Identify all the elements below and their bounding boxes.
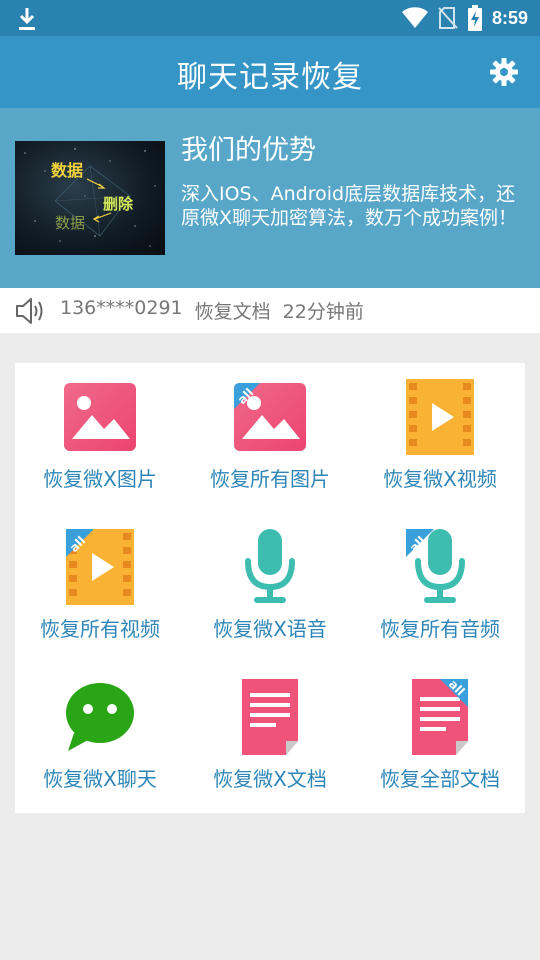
cell-label: 恢复微X图片 <box>43 467 157 491</box>
cell-label: 恢复所有图片 <box>210 467 330 491</box>
chat-bubble-icon <box>66 683 134 751</box>
recover-wx-chat-button[interactable]: 恢复微X聊天 <box>15 663 185 813</box>
all-images-icon: all <box>234 383 306 451</box>
recover-all-videos-button[interactable]: all 恢复所有视频 <box>15 513 185 663</box>
battery-charging-icon <box>467 5 482 31</box>
recover-all-images-button[interactable]: all 恢复所有图片 <box>185 363 355 513</box>
recover-wx-images-button[interactable]: 恢复微X图片 <box>15 363 185 513</box>
gear-icon[interactable] <box>490 58 518 86</box>
image-icon <box>64 383 136 451</box>
cell-label: 恢复微X语音 <box>213 617 327 641</box>
all-documents-icon: all <box>412 677 468 755</box>
banner-word-data: 数据 <box>51 161 83 180</box>
cell-label: 恢复微X视频 <box>383 467 497 491</box>
cell-label: 恢复全部文档 <box>380 767 500 791</box>
cell-label: 恢复所有视频 <box>40 617 160 641</box>
advantage-banner: 数据 删除 数据 我们的优势 深入IOS、Android底层数据库技术，还原微X… <box>0 108 540 288</box>
banner-image: 数据 删除 数据 <box>15 141 165 255</box>
cell-label: 恢复微X聊天 <box>43 767 157 791</box>
microphone-icon <box>245 529 295 603</box>
banner-headline: 我们的优势 <box>181 135 316 166</box>
recover-wx-voice-button[interactable]: 恢复微X语音 <box>185 513 355 663</box>
wifi-icon <box>401 7 428 29</box>
recover-wx-videos-button[interactable]: 恢复微X视频 <box>355 363 525 513</box>
banner-word-delete: 删除 <box>103 195 134 213</box>
ticker-phone: 136****0291 <box>60 297 183 319</box>
ticker-action: 恢复文档 <box>194 301 271 323</box>
system-tray: 8:59 <box>401 4 528 32</box>
recover-all-documents-button[interactable]: all 恢复全部文档 <box>355 663 525 813</box>
recovery-grid: 恢复微X图片 all 恢复所有图片 恢复微X视频 all 恢复所有视频 恢复微X… <box>15 363 525 813</box>
ticker-time: 22分钟前 <box>282 301 364 323</box>
clock: 8:59 <box>491 7 528 28</box>
recovery-ticker: 136****0291 恢复文档 22分钟前 <box>0 288 540 333</box>
download-icon <box>19 8 35 30</box>
app-title: 聊天记录恢复 <box>177 60 363 95</box>
all-audio-icon: all <box>406 529 465 603</box>
app-bar: 聊天记录恢复 <box>0 36 540 108</box>
speaker-icon <box>16 297 43 324</box>
all-videos-icon: all <box>66 529 134 605</box>
cell-label: 恢复所有音频 <box>380 617 500 641</box>
recover-wx-documents-button[interactable]: 恢复微X文档 <box>185 663 355 813</box>
document-icon <box>242 679 298 755</box>
recover-all-audio-button[interactable]: all 恢复所有音频 <box>355 513 525 663</box>
video-icon <box>406 379 474 455</box>
status-bar: 8:59 <box>0 0 540 36</box>
ticker-message: 136****0291 恢复文档 22分钟前 <box>60 297 364 324</box>
banner-word-data-faded: 数据 <box>55 214 85 232</box>
cell-label: 恢复微X文档 <box>213 767 327 791</box>
no-sim-icon <box>438 7 458 29</box>
banner-description: 深入IOS、Android底层数据库技术，还原微X聊天加密算法，数万个成功案例！ <box>181 183 518 229</box>
